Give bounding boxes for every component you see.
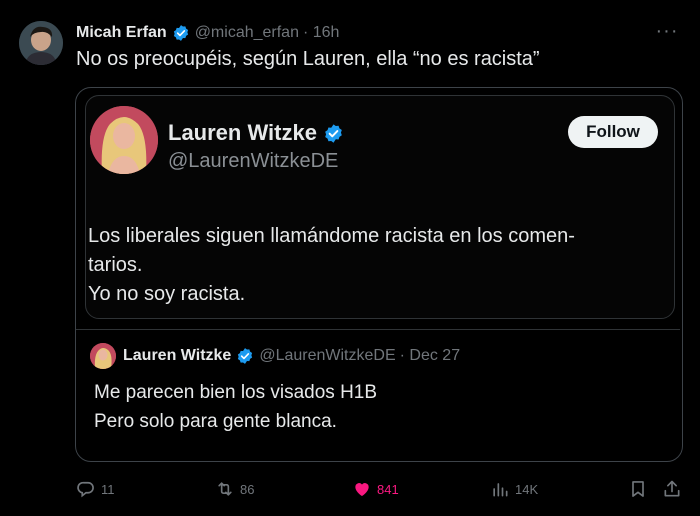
nested-quote-avatar [90, 343, 116, 369]
like-button[interactable]: 841 [352, 476, 399, 502]
author-name[interactable]: Micah Erfan [76, 24, 167, 42]
repost-icon [218, 482, 232, 496]
views-button[interactable]: 14K [490, 476, 538, 502]
author-avatar[interactable] [19, 21, 63, 65]
reply-icon [77, 481, 94, 498]
reply-count: 11 [101, 481, 115, 497]
nested-quote-author-name: Lauren Witzke [123, 347, 232, 364]
verified-badge-icon [325, 123, 342, 143]
repost-button[interactable]: 86 [215, 476, 254, 502]
verified-badge-icon [173, 25, 188, 41]
nested-quote-date: · Dec 27 [399, 347, 461, 364]
reply-button[interactable]: 11 [76, 476, 115, 502]
author-handle[interactable]: @micah_erfan [195, 24, 299, 42]
like-count: 841 [377, 481, 399, 497]
quoted-screenshot: Lauren Witzke @LaurenWitzkeDE Follow Los… [85, 95, 675, 319]
post-text: No os preocupéis, según Lauren, ella “no… [76, 48, 540, 70]
screenshot-author-name: Lauren Witzke [168, 120, 344, 146]
follow-button: Follow [568, 116, 658, 148]
nested-quoted-post[interactable]: Lauren Witzke @LaurenWitzkeDE · Dec 27 M… [76, 329, 680, 460]
screenshot-author-handle: @LaurenWitzkeDE [168, 150, 339, 172]
nested-quote-header: Lauren Witzke @LaurenWitzkeDE · Dec 27 [90, 343, 460, 369]
verified-badge-icon [238, 348, 253, 364]
nested-quote-handle: @LaurenWitzkeDE [259, 347, 396, 364]
share-button[interactable] [662, 476, 687, 502]
views-icon [493, 483, 508, 497]
more-icon[interactable]: ··· [654, 21, 680, 44]
views-count: 14K [515, 481, 539, 497]
tweet[interactable]: Micah Erfan @micah_erfan · 16h ··· No os… [0, 0, 700, 516]
tweet-header: Micah Erfan @micah_erfan · 16h [76, 22, 339, 44]
bookmark-icon [632, 481, 644, 497]
repost-count: 86 [240, 481, 255, 497]
quoted-post-card[interactable]: Lauren Witzke @LaurenWitzkeDE Follow Los… [75, 87, 683, 462]
screenshot-text: Los liberales siguen llamándome racista … [88, 225, 575, 305]
heart-icon [355, 483, 369, 497]
action-bar: 11 86 841 14K [76, 476, 682, 502]
nested-quote-text: Me parecen bien los visados H1B Pero sol… [94, 382, 378, 432]
share-icon [664, 480, 680, 497]
screenshot-avatar [90, 106, 158, 174]
bookmark-button[interactable] [628, 476, 653, 502]
post-time[interactable]: · 16h [303, 24, 339, 42]
